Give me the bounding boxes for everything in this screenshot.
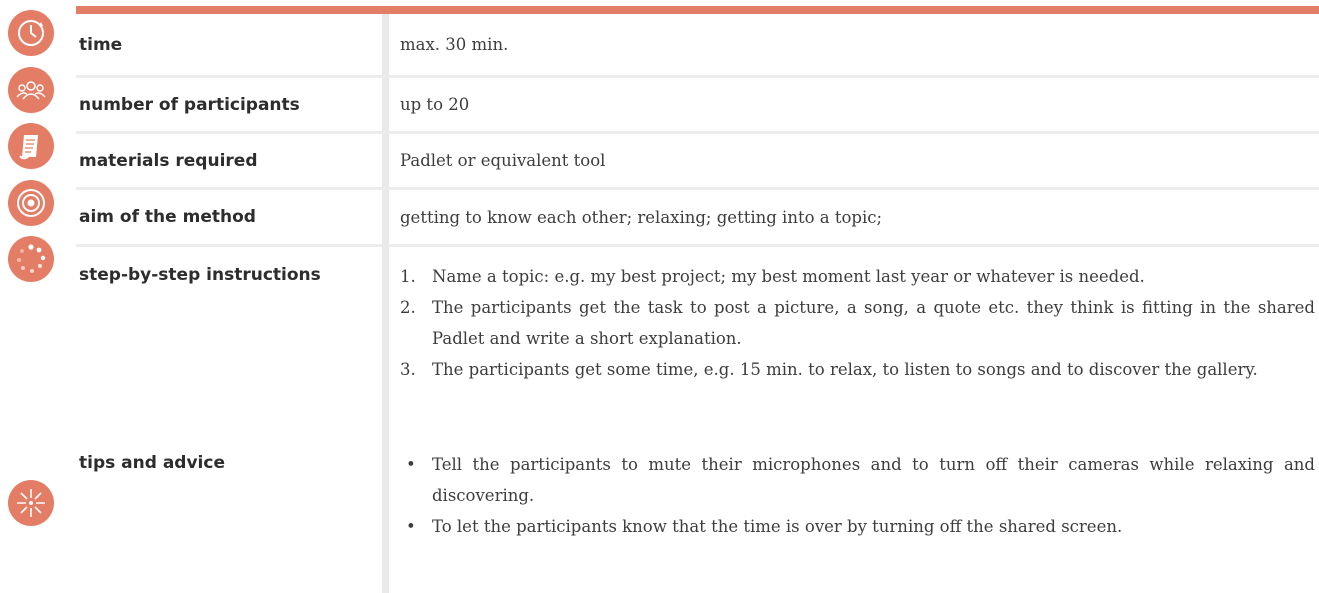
step-text: Name a topic: e.g. my best project; my b… bbox=[432, 267, 1145, 286]
column-divider bbox=[382, 78, 389, 131]
tip-text: Tell the participants to mute their micr… bbox=[432, 455, 1315, 505]
top-accent-bar bbox=[76, 6, 1319, 14]
steps-icon bbox=[8, 236, 54, 282]
tips-list: • Tell the participants to mute their mic… bbox=[400, 449, 1315, 542]
column-divider bbox=[382, 443, 389, 593]
participants-icon bbox=[8, 67, 54, 113]
method-table: time max. 30 min. number of participants… bbox=[76, 14, 1319, 593]
tip-text: To let the participants know that the ti… bbox=[432, 517, 1123, 536]
row-value-instructions: 1. Name a topic: e.g. my best project; my… bbox=[389, 247, 1319, 443]
clock-icon bbox=[8, 10, 54, 56]
column-divider bbox=[382, 14, 389, 75]
step-number: 3. bbox=[400, 360, 416, 379]
column-divider bbox=[382, 190, 389, 244]
row-value-time: max. 30 min. bbox=[400, 35, 509, 54]
table-row: materials required Padlet or equivalent … bbox=[76, 134, 1319, 190]
step-number: 2. bbox=[400, 298, 416, 317]
document-icon bbox=[8, 123, 54, 169]
instructions-list: 1. Name a topic: e.g. my best project; my… bbox=[400, 261, 1315, 385]
target-icon bbox=[8, 180, 54, 226]
row-label-participants: number of participants bbox=[79, 94, 300, 115]
row-label-tips: tips and advice bbox=[79, 453, 225, 473]
row-label-materials: materials required bbox=[79, 150, 258, 171]
list-item: • To let the participants know that the t… bbox=[400, 511, 1315, 542]
table-row: aim of the method getting to know each o… bbox=[76, 190, 1319, 247]
step-number: 1. bbox=[400, 267, 416, 286]
table-row: step-by-step instructions 1. Name a topic… bbox=[76, 247, 1319, 443]
table-row: time max. 30 min. bbox=[76, 14, 1319, 78]
column-divider bbox=[382, 247, 389, 443]
row-value-tips: • Tell the participants to mute their mic… bbox=[389, 443, 1319, 593]
row-value-participants: up to 20 bbox=[400, 95, 470, 114]
row-label-instructions: step-by-step instructions bbox=[79, 265, 321, 285]
row-label-aim: aim of the method bbox=[79, 207, 256, 227]
list-item: 3. The participants get some time, e.g. 1… bbox=[400, 354, 1315, 385]
table-row: tips and advice • Tell the participants t… bbox=[76, 443, 1319, 593]
column-divider bbox=[382, 134, 389, 187]
step-text: The participants get the task to post a … bbox=[432, 298, 1315, 348]
row-value-aim: getting to know each other; relaxing; ge… bbox=[400, 207, 883, 227]
step-text: The participants get some time, e.g. 15 … bbox=[432, 360, 1258, 379]
list-item: • Tell the participants to mute their mic… bbox=[400, 449, 1315, 511]
bullet-icon: • bbox=[406, 517, 416, 536]
list-item: 2. The participants get the task to post … bbox=[400, 292, 1315, 354]
table-row: number of participants up to 20 bbox=[76, 78, 1319, 134]
row-value-materials: Padlet or equivalent tool bbox=[400, 151, 606, 170]
list-item: 1. Name a topic: e.g. my best project; my… bbox=[400, 261, 1315, 292]
sparkle-icon bbox=[8, 480, 54, 526]
bullet-icon: • bbox=[406, 455, 416, 474]
row-label-time: time bbox=[79, 34, 123, 55]
